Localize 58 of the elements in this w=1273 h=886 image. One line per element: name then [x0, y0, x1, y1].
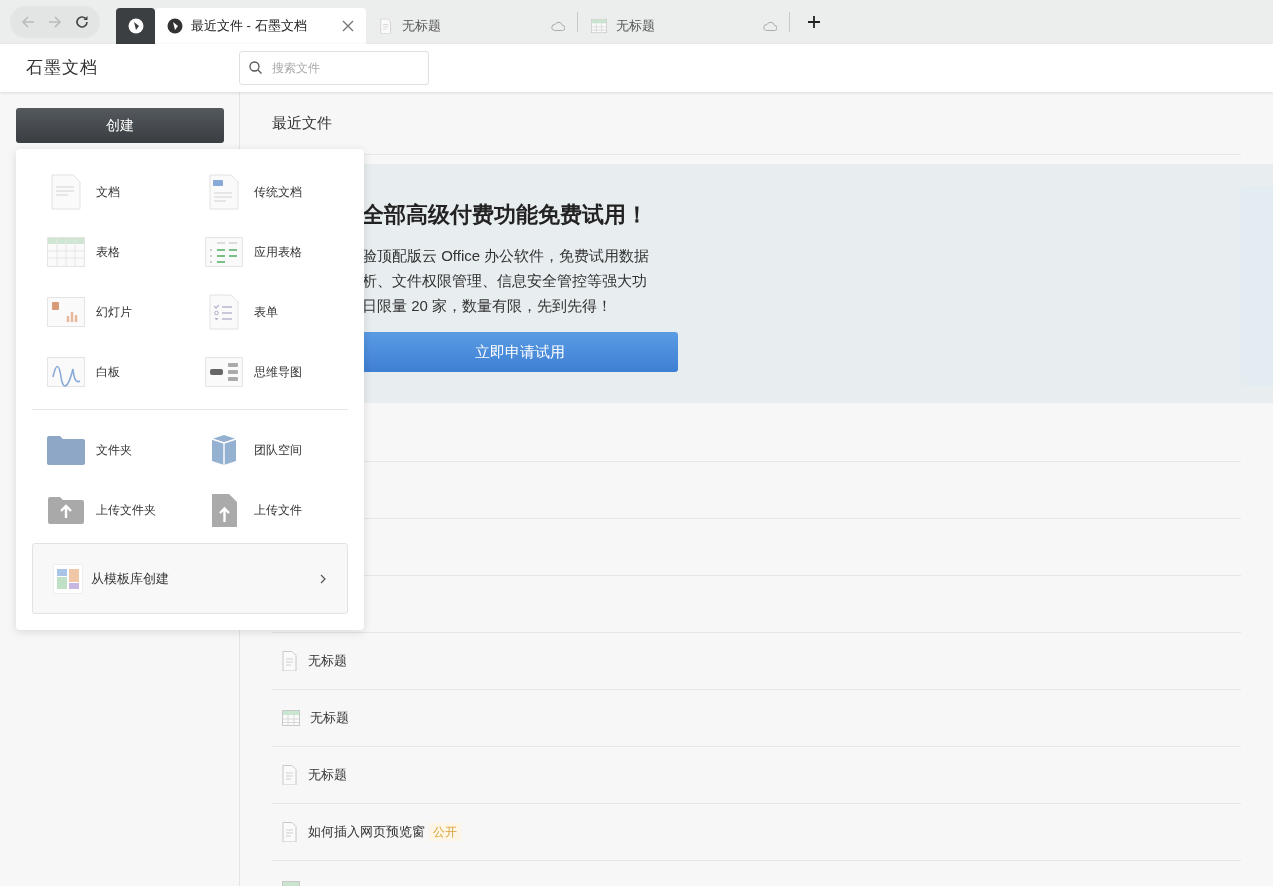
search-field[interactable]: 搜索文件	[239, 51, 429, 85]
create-menu-item[interactable]: 表格	[32, 222, 190, 282]
template-icon	[53, 563, 83, 594]
forward-arrow-icon	[48, 15, 62, 29]
create-button[interactable]: 创建	[16, 108, 224, 143]
create-menu-item[interactable]: 幻灯片	[32, 282, 190, 342]
spreadsheet-icon	[590, 18, 608, 34]
close-icon	[342, 20, 354, 32]
plus-icon	[807, 15, 821, 29]
upload-folder-icon	[48, 496, 84, 524]
template-library-button[interactable]: 从模板库创建	[32, 543, 348, 614]
word-document-icon	[209, 174, 239, 210]
create-menu-item[interactable]: 表单	[190, 282, 348, 342]
chevron-right-icon	[319, 573, 327, 584]
form-icon	[209, 294, 239, 330]
create-menu-item[interactable]: 传统文档	[190, 162, 348, 222]
cloud-icon	[763, 21, 777, 31]
whiteboard-icon	[47, 357, 85, 387]
banner-text: 日限量 20 家，数量有限，先到先得！	[362, 296, 614, 316]
create-menu-item[interactable]: 上传文件夹	[32, 480, 190, 540]
spreadsheet-icon	[282, 710, 300, 726]
reload-icon	[75, 15, 90, 29]
public-tag: 公开	[429, 823, 461, 841]
file-row[interactable]: 如何插入网页预览窗 公开	[272, 803, 1241, 860]
document-icon	[51, 174, 81, 210]
cube-icon	[211, 434, 237, 466]
file-row[interactable]: 无标题	[272, 746, 1241, 803]
document-icon	[282, 765, 298, 785]
app-table-icon	[205, 237, 243, 267]
spreadsheet-icon	[47, 237, 85, 267]
browser-tab[interactable]: 无标题	[578, 8, 789, 44]
search-icon	[249, 61, 262, 74]
app-logo: 石墨文档	[25, 57, 99, 80]
brand-logo-icon	[127, 18, 144, 34]
document-icon	[282, 651, 298, 671]
presentation-icon	[47, 297, 85, 327]
folder-icon	[47, 435, 85, 465]
browser-tab[interactable]: 无标题	[366, 8, 577, 44]
banner-title: 全部高级付费功能免费试用！	[362, 201, 649, 229]
cloud-icon	[551, 21, 565, 31]
create-menu-item[interactable]: 团队空间	[190, 420, 348, 480]
browser-tab[interactable]: 最近文件 - 石墨文档	[155, 8, 366, 44]
page-title: 最近文件	[272, 112, 332, 133]
pinned-tab[interactable]	[116, 8, 155, 44]
document-icon	[380, 18, 392, 34]
mind-map-icon	[205, 357, 243, 387]
brand-logo-icon	[167, 18, 183, 34]
create-menu-item[interactable]: 上传文件	[190, 480, 348, 540]
create-menu-item[interactable]: 文件夹	[32, 420, 190, 480]
file-row[interactable]: 无标题	[272, 632, 1241, 689]
file-row[interactable]: 无标题	[272, 689, 1241, 746]
create-menu-item[interactable]: 白板	[32, 342, 190, 402]
back-arrow-icon	[20, 15, 35, 29]
document-icon	[282, 822, 298, 842]
create-menu-item[interactable]: 应用表格	[190, 222, 348, 282]
upload-file-icon	[211, 493, 237, 527]
create-menu-item[interactable]: 文档	[32, 162, 190, 222]
create-menu-item[interactable]: 思维导图	[190, 342, 348, 402]
